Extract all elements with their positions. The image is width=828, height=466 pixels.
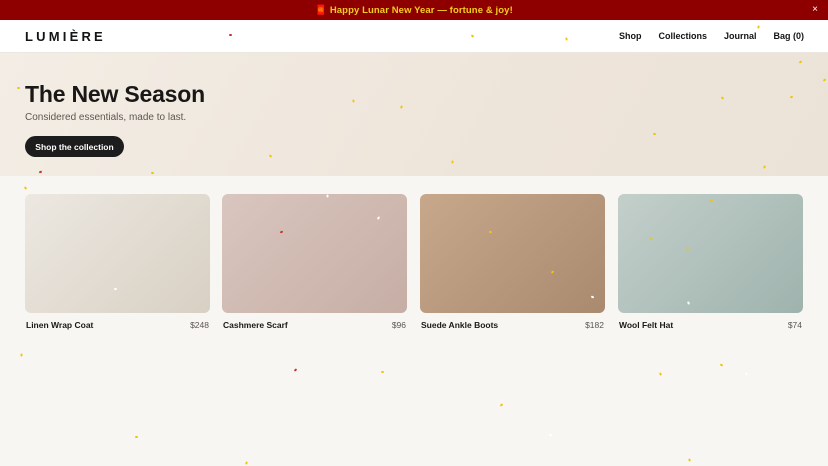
confetti-piece xyxy=(245,461,248,465)
product-card-wool-felt-hat[interactable]: Wool Felt Hat $74 xyxy=(618,194,803,334)
main-nav: Shop Collections Journal Bag (0) xyxy=(602,31,804,41)
product-card-suede-ankle-boots[interactable]: Suede Ankle Boots $182 xyxy=(420,194,605,334)
confetti-piece xyxy=(688,458,691,462)
product-image[interactable] xyxy=(25,194,210,313)
nav-item-collections[interactable]: Collections xyxy=(658,31,707,41)
confetti-piece xyxy=(380,370,385,374)
confetti-piece xyxy=(134,435,139,439)
product-price: $182 xyxy=(585,320,604,330)
product-image[interactable] xyxy=(420,194,605,313)
product-name[interactable]: Wool Felt Hat xyxy=(619,320,673,330)
hero-title: The New Season xyxy=(25,81,205,107)
product-price: $74 xyxy=(787,320,802,330)
hero-section: The New Season Considered essentials, ma… xyxy=(0,53,828,176)
promo-banner: 🧧 Happy Lunar New Year — fortune & joy! … xyxy=(0,0,828,20)
confetti-piece xyxy=(20,353,23,357)
confetti-piece xyxy=(658,372,663,376)
promo-banner-text: 🧧 Happy Lunar New Year — fortune & joy! xyxy=(315,4,513,16)
product-name[interactable]: Cashmere Scarf xyxy=(223,320,288,330)
product-card-linen-wrap-coat[interactable]: Linen Wrap Coat $248 xyxy=(25,194,210,334)
product-name[interactable]: Linen Wrap Coat xyxy=(26,320,93,330)
confetti-piece xyxy=(548,433,553,437)
nav-item-bag[interactable]: Bag (0) xyxy=(773,31,804,41)
confetti-piece xyxy=(499,403,504,407)
confetti-piece xyxy=(23,186,28,190)
confetti-piece xyxy=(745,372,748,376)
product-price: $248 xyxy=(190,320,209,330)
confetti-piece xyxy=(719,363,724,367)
product-grid: Linen Wrap Coat $248 Cashmere Scarf $96 … xyxy=(25,194,803,334)
site-header: LUMIÈRE Shop Collections Journal Bag (0) xyxy=(0,20,828,53)
logo[interactable]: LUMIÈRE xyxy=(25,29,106,44)
product-name[interactable]: Suede Ankle Boots xyxy=(421,320,498,330)
product-image[interactable] xyxy=(222,194,407,313)
confetti-piece xyxy=(293,368,298,372)
product-card-cashmere-scarf[interactable]: Cashmere Scarf $96 xyxy=(222,194,407,334)
shop-collection-button[interactable]: Shop the collection xyxy=(25,136,124,157)
nav-item-journal[interactable]: Journal xyxy=(724,31,757,41)
hero-subtitle: Considered essentials, made to last. xyxy=(25,112,187,123)
product-image[interactable] xyxy=(618,194,803,313)
close-icon[interactable]: × xyxy=(812,3,818,17)
product-price: $96 xyxy=(391,320,406,330)
nav-item-shop[interactable]: Shop xyxy=(619,31,642,41)
